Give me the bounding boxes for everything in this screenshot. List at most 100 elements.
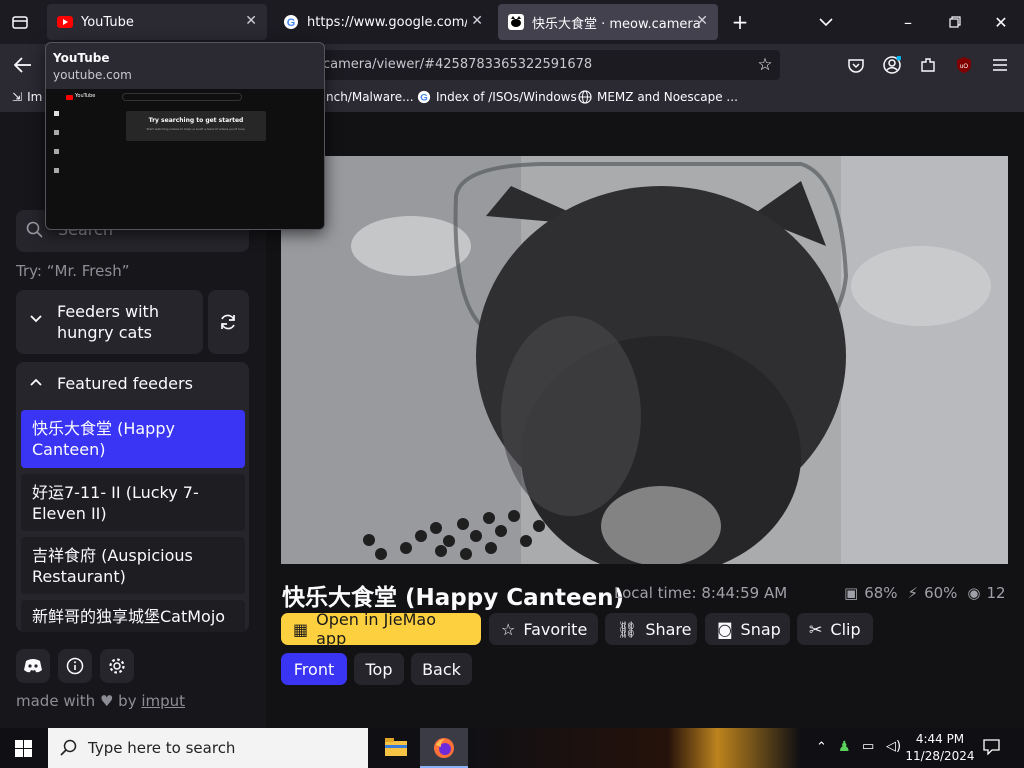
- windows-start-icon[interactable]: [15, 740, 32, 757]
- youtube-icon: [57, 14, 73, 30]
- extensions-icon[interactable]: [918, 55, 938, 75]
- camera-top-button[interactable]: Top: [354, 653, 404, 685]
- cat-icon: [508, 14, 524, 30]
- new-tab-icon[interactable]: +: [730, 10, 750, 34]
- chevron-down-icon: [30, 315, 42, 323]
- feeder-item[interactable]: 好运7-11- II (Lucky 7-Eleven II): [21, 474, 245, 531]
- tab-youtube[interactable]: YouTube ✕: [47, 4, 267, 40]
- google-icon: G: [283, 14, 299, 30]
- import-icon: ⇲: [12, 90, 23, 104]
- feeder-item[interactable]: 快乐大食堂 (Happy Canteen): [21, 410, 245, 468]
- favorite-button[interactable]: ☆ Favorite: [489, 613, 598, 645]
- bookmark-import[interactable]: ⇲ Im: [12, 90, 42, 104]
- author-link[interactable]: imput: [141, 692, 185, 710]
- chevron-up-icon: [30, 378, 42, 386]
- close-window-icon[interactable]: ✕: [991, 12, 1011, 32]
- clock[interactable]: 4:44 PM 11/28/2024: [905, 731, 975, 765]
- battery-icon: ⚡: [907, 584, 919, 602]
- globe-icon: [578, 90, 592, 104]
- search-icon: [26, 221, 44, 239]
- notifications-icon[interactable]: [983, 739, 1000, 759]
- account-icon[interactable]: [882, 55, 902, 75]
- feeder-title: 快乐大食堂 (Happy Canteen): [282, 585, 625, 611]
- button-label: Back: [422, 659, 461, 679]
- camera-front-button[interactable]: Front: [281, 653, 347, 685]
- firefox-taskbar-button[interactable]: [420, 728, 468, 768]
- cat-image: [281, 156, 1008, 564]
- bookmark-malware[interactable]: nch/Malware...: [326, 90, 414, 104]
- restore-icon[interactable]: [945, 12, 965, 32]
- bookmark-label: nch/Malware...: [326, 90, 414, 104]
- menu-icon[interactable]: [990, 55, 1010, 75]
- taskbar-search-placeholder: Type here to search: [88, 739, 236, 757]
- featured-feeders-label: Featured feeders: [57, 374, 193, 393]
- camera-back-button[interactable]: Back: [411, 653, 472, 685]
- youtube-icon: [66, 95, 73, 100]
- search-hint: Try: “Mr. Fresh”: [16, 262, 130, 280]
- snap-button[interactable]: ◙ Snap: [705, 613, 790, 645]
- minimize-icon[interactable]: –: [898, 12, 918, 32]
- tab-preview-popup: YouTube youtube.com YouTube Try searchin…: [45, 42, 325, 230]
- tab-google[interactable]: G https://www.google.com/searc ✕: [273, 4, 493, 40]
- qr-icon: ▦: [293, 619, 309, 639]
- gear-icon: [108, 657, 126, 675]
- preview-title: YouTube: [53, 51, 110, 65]
- feeder-name: 好运7-11- II (Lucky 7-Eleven II): [32, 483, 199, 523]
- share-button[interactable]: ⛓ Share: [605, 613, 697, 645]
- pocket-icon[interactable]: [846, 55, 866, 75]
- bookmark-memz[interactable]: MEMZ and Noescape ...: [578, 90, 738, 104]
- network-icon[interactable]: ▭: [862, 739, 874, 754]
- ublock-icon[interactable]: uO: [954, 55, 974, 75]
- search-icon: [60, 739, 78, 761]
- tab-overview-icon[interactable]: [10, 12, 30, 32]
- volume-icon[interactable]: ◁): [886, 739, 901, 754]
- button-label: Open in JieMao app: [316, 610, 437, 648]
- hungry-feeders-label: Feeders with hungry cats: [57, 302, 159, 342]
- star-icon: ☆: [501, 619, 516, 639]
- thumb-logo: YouTube: [75, 93, 96, 99]
- taskbar-search[interactable]: Type here to search: [48, 728, 368, 768]
- featured-feeders-section: Featured feeders 快乐大食堂 (Happy Canteen) 好…: [16, 362, 249, 632]
- featured-feeders-toggle[interactable]: Featured feeders: [16, 362, 249, 404]
- tab-title: 快乐大食堂 · meow.camera: [532, 16, 701, 32]
- eye-icon: ◉: [967, 584, 981, 602]
- close-icon[interactable]: ✕: [696, 13, 708, 29]
- back-arrow-icon[interactable]: [12, 54, 34, 76]
- chevron-down-icon[interactable]: [816, 12, 836, 32]
- link-icon: ⛓: [617, 619, 638, 639]
- preview-thumbnail: YouTube Try searching to get started Sta…: [46, 89, 324, 229]
- thumb-sidebar: [52, 111, 62, 211]
- chevron-up-icon[interactable]: ⌃: [816, 740, 827, 755]
- discord-icon: [23, 658, 43, 674]
- tab-meow-camera[interactable]: 快乐大食堂 · meow.camera ✕: [498, 4, 718, 40]
- settings-button[interactable]: [100, 649, 134, 683]
- info-button[interactable]: [58, 649, 92, 683]
- firefox-icon: [433, 737, 455, 763]
- tab-bar: YouTube ✕ G https://www.google.com/searc…: [0, 0, 1024, 44]
- file-explorer-icon[interactable]: [385, 738, 407, 758]
- hungry-feeders-toggle[interactable]: Feeders with hungry cats: [16, 290, 203, 354]
- refresh-button[interactable]: [208, 290, 249, 354]
- feeder-stats: ▣ 68% ⚡ 60% ◉ 12: [844, 584, 1006, 602]
- clock-time: 4:44 PM: [915, 732, 965, 746]
- camera-feed[interactable]: [281, 156, 1008, 564]
- credit-text: made with: [16, 692, 96, 710]
- credit-by: by: [118, 692, 137, 710]
- preview-url: youtube.com: [53, 68, 132, 82]
- svg-text:G: G: [287, 17, 296, 29]
- open-in-app-button[interactable]: ▦ Open in JieMao app: [281, 610, 481, 648]
- url-text[interactable]: camera/viewer/#4258783365322591678: [323, 57, 592, 72]
- feeder-item[interactable]: 吉祥食府 (Auspicious Restaurant): [21, 537, 245, 594]
- bookmark-isos[interactable]: G Index of /ISOs/Windows: [417, 90, 577, 104]
- discord-button[interactable]: [16, 649, 50, 683]
- footer-credit: made with ♥ by imput: [16, 692, 185, 710]
- close-icon[interactable]: ✕: [471, 13, 483, 29]
- refresh-icon: [219, 313, 237, 331]
- feeder-item[interactable]: 新鲜哥的独享城堡CatMojo: [21, 600, 245, 632]
- feeder-name: 吉祥食府 (Auspicious Restaurant): [32, 546, 193, 586]
- user-icon[interactable]: ♟: [838, 739, 851, 755]
- clip-button[interactable]: ✂ Clip: [797, 613, 873, 645]
- bookmark-star-icon[interactable]: ☆: [755, 55, 775, 75]
- close-icon[interactable]: ✕: [245, 13, 257, 29]
- thumb-card-sub: Start watching videos to help us build a…: [146, 127, 246, 131]
